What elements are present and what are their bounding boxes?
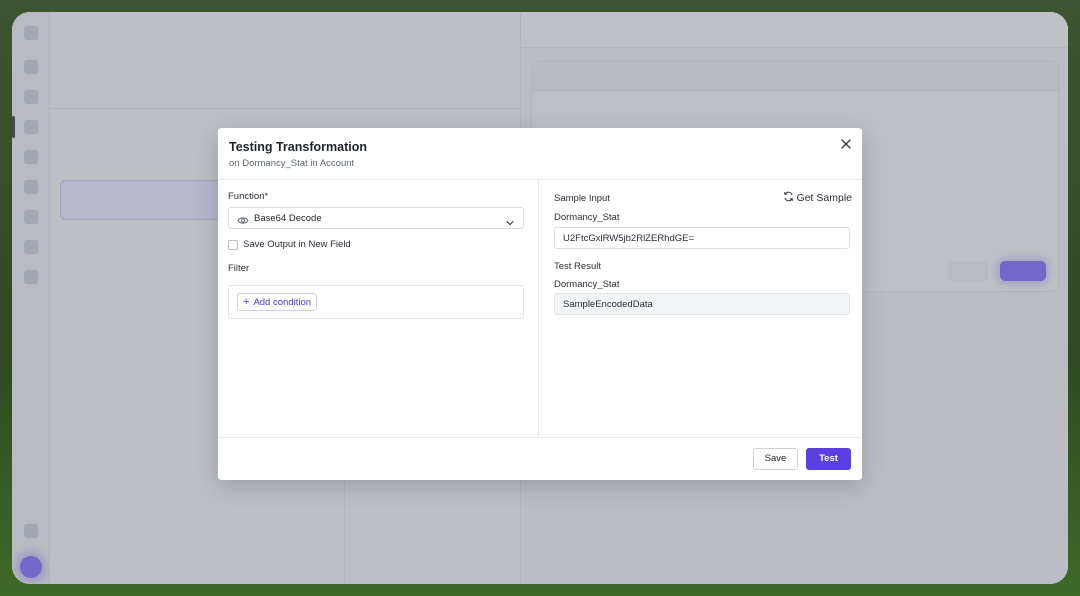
get-sample-button[interactable]: Get Sample <box>783 191 852 205</box>
add-condition-button[interactable]: + Add condition <box>237 293 318 311</box>
input-field-label: Dormancy_Stat <box>554 212 620 223</box>
close-icon[interactable] <box>838 136 854 152</box>
function-label: Function* <box>228 191 269 202</box>
test-button[interactable]: Test <box>806 448 851 470</box>
dialog-header: Testing Transformation on Dormancy_Stat … <box>218 128 862 180</box>
dialog-subtitle: on Dormancy_Stat in Account <box>229 158 355 169</box>
function-panel: Function* Base64 Decode Save Output in N… <box>218 180 539 437</box>
sample-input-label: Sample Input <box>554 193 610 204</box>
save-output-label: Save Output in New Field <box>243 239 351 250</box>
sample-input-field[interactable]: U2FtcGxlRW5jb2RlZERhdGE= <box>554 227 850 249</box>
add-condition-label: Add condition <box>253 296 312 308</box>
test-result-field: SampleEncodedData <box>554 293 850 315</box>
dialog-title: Testing Transformation <box>229 140 367 154</box>
function-select-value: Base64 Decode <box>254 213 322 224</box>
dialog-body: Function* Base64 Decode Save Output in N… <box>218 180 862 437</box>
plus-icon: + <box>243 295 250 308</box>
dialog-footer: Save Test <box>218 437 862 480</box>
eye-icon <box>237 213 249 231</box>
function-select[interactable]: Base64 Decode <box>228 207 524 229</box>
refresh-icon <box>783 191 794 205</box>
filter-box: + Add condition <box>228 285 524 319</box>
testing-transformation-dialog: Testing Transformation on Dormancy_Stat … <box>218 128 862 480</box>
result-field-label: Dormancy_Stat <box>554 279 620 290</box>
save-output-checkbox[interactable] <box>228 240 238 250</box>
filter-label: Filter <box>228 263 250 274</box>
save-button[interactable]: Save <box>753 448 798 470</box>
test-result-label: Test Result <box>554 261 601 272</box>
sample-panel: Sample Input Get Sample Dormancy_Stat U2… <box>539 180 862 437</box>
get-sample-label: Get Sample <box>796 192 852 204</box>
chevron-down-icon <box>505 214 515 232</box>
